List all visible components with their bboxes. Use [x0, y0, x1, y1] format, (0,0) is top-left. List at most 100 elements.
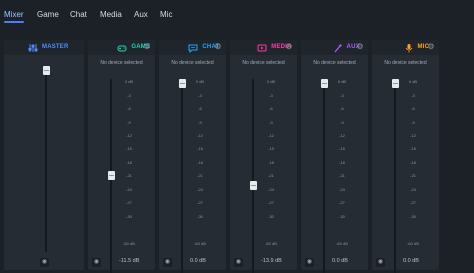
master-strip: MASTER ◉ [4, 40, 84, 270]
game-header: GAME ⚙ [88, 40, 155, 55]
master-fader-knob[interactable] [42, 66, 50, 75]
scale-tick-label: -21 [197, 173, 203, 178]
scale-tick-label: -3 [127, 93, 131, 98]
scale-tick-label: -24 [339, 187, 345, 192]
scale-tick-label: -9 [127, 120, 131, 125]
scale-tick-label: -9 [269, 120, 273, 125]
scale-tick-label: -12 [339, 133, 345, 138]
game-strip: GAME ⚙ No device selected ◉ -11.5 dB 0 d… [88, 40, 155, 273]
scale-tick-label: -21 [339, 173, 345, 178]
mic-header: MIC ⚙ [372, 40, 439, 55]
scale-tick-label: 0 dB [195, 79, 205, 84]
chat-mute-button[interactable]: ◉ [163, 258, 172, 267]
media-header: MEDIA ⚙ [230, 40, 297, 55]
chat-strip: CHAT ⚙ No device selected ◉ 0.0 dB 0 dB -… [159, 40, 226, 273]
media-strip: MEDIA ⚙ No device selected ◉ -13.9 dB 0 … [230, 40, 297, 273]
game-fader-knob[interactable] [107, 171, 115, 181]
gear-icon[interactable]: ⚙ [284, 42, 294, 52]
scale-tick-label: -27 [126, 200, 132, 205]
scale-tick-label: -3 [269, 93, 273, 98]
scale-tick-label: 0 dB [266, 79, 276, 84]
master-header: MASTER [4, 40, 84, 55]
scale-tick-label: -18 [197, 160, 203, 165]
scale-tick-label: -30 [410, 214, 416, 219]
gamepad-icon [117, 45, 127, 52]
scale-tick-label: -60 dB [123, 241, 135, 246]
gear-icon[interactable]: ⚙ [355, 42, 365, 52]
scale-tick-label: -9 [340, 120, 344, 125]
scale-tick-label: -30 [339, 214, 345, 219]
mic-mute-button[interactable]: ◉ [376, 258, 385, 267]
scale-tick-label: -60 dB [265, 241, 277, 246]
scale-tick-label: -27 [268, 200, 274, 205]
scale-tick-label: -24 [126, 187, 132, 192]
master-mute-button[interactable]: ◉ [40, 258, 49, 267]
microphone-icon [405, 44, 412, 53]
scale-tick-label: 0 dB [408, 79, 418, 84]
scale-tick-label: -15 [339, 146, 345, 151]
scale-tick-label: -24 [410, 187, 416, 192]
scale-tick-label: -21 [126, 173, 132, 178]
mic-fader-knob[interactable] [391, 79, 399, 88]
scale-tick-label: -12 [126, 133, 132, 138]
scale-tick-label: -15 [410, 146, 416, 151]
media-fader-track[interactable] [252, 79, 254, 273]
scale-tick-label: -12 [410, 133, 416, 138]
scale-tick-label: -30 [268, 214, 274, 219]
master-fader-track[interactable] [45, 66, 47, 252]
scale-tick-label: -60 dB [194, 241, 206, 246]
gear-icon[interactable]: ⚙ [426, 42, 436, 52]
scale-tick-label: -3 [340, 93, 344, 98]
scale-tick-label: -6 [411, 106, 415, 111]
scale-tick-label: -15 [126, 146, 132, 151]
scale-tick-label: -6 [198, 106, 202, 111]
scale-tick-label: -60 dB [407, 241, 419, 246]
scale-tick-label: -18 [268, 160, 274, 165]
tab-mic[interactable]: Mic [160, 10, 172, 19]
mic-db-readout: 0.0 dB [403, 258, 419, 264]
tab-mixer[interactable]: Mixer [4, 10, 24, 19]
sliders-icon [28, 44, 38, 52]
scale-tick-label: -21 [268, 173, 274, 178]
scale-tick-label: -24 [197, 187, 203, 192]
mic-fader-track[interactable] [394, 79, 396, 273]
aux-mute-button[interactable]: ◉ [305, 258, 314, 267]
aux-fader-track[interactable] [323, 79, 325, 273]
scale-tick-label: -3 [411, 93, 415, 98]
active-tab-indicator [4, 21, 24, 23]
game-mute-button[interactable]: ◉ [92, 258, 101, 267]
scale-tick-label: -30 [126, 214, 132, 219]
play-icon [257, 44, 267, 52]
mic-strip: MIC ⚙ No device selected ◉ 0.0 dB 0 dB -3… [372, 40, 439, 273]
chat-bubble-icon [188, 44, 198, 53]
scale-tick-label: -30 [197, 214, 203, 219]
chat-fader-knob[interactable] [178, 79, 186, 88]
top-nav: Mixer Game Chat Media Aux Mic [0, 0, 474, 30]
scale-tick-label: -18 [126, 160, 132, 165]
media-device-label: No device selected [242, 60, 285, 66]
aux-fader-knob[interactable] [320, 79, 328, 88]
scale-tick-label: -27 [410, 200, 416, 205]
scale-tick-label: -21 [410, 173, 416, 178]
scale-tick-label: -27 [197, 200, 203, 205]
tab-aux[interactable]: Aux [134, 10, 148, 19]
aux-device-label: No device selected [313, 60, 356, 66]
scale-tick-label: -15 [197, 146, 203, 151]
game-db-readout: -11.5 dB [119, 258, 140, 264]
tab-game[interactable]: Game [37, 10, 59, 19]
gear-icon[interactable]: ⚙ [142, 42, 152, 52]
media-mute-button[interactable]: ◉ [234, 258, 243, 267]
game-device-label: No device selected [100, 60, 143, 66]
chat-fader-track[interactable] [181, 79, 183, 273]
master-label: MASTER [42, 44, 69, 50]
scale-tick-label: -27 [339, 200, 345, 205]
scale-tick-label: -6 [127, 106, 131, 111]
media-db-readout: -13.9 dB [261, 258, 282, 264]
tab-chat[interactable]: Chat [70, 10, 87, 19]
scale-tick-label: -24 [268, 187, 274, 192]
tab-media[interactable]: Media [100, 10, 122, 19]
scale-tick-label: 0 dB [337, 79, 347, 84]
media-fader-knob[interactable] [249, 180, 257, 190]
chat-header: CHAT ⚙ [159, 40, 226, 55]
gear-icon[interactable]: ⚙ [213, 42, 223, 52]
